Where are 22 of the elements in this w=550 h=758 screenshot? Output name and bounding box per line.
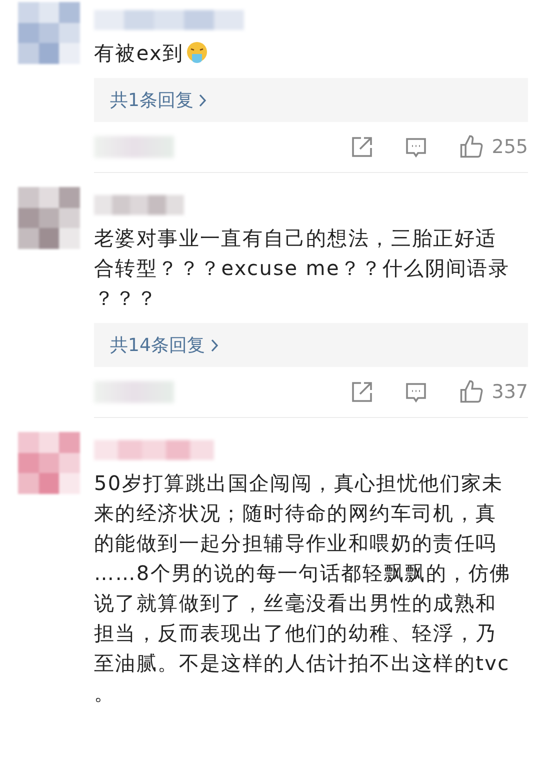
comment-icon — [404, 380, 428, 404]
comment-text: 老婆对事业一直有自己的想法，三胎正好适合转型？？？excuse me？？什么阴间语录？？？ — [94, 225, 511, 312]
replies-link[interactable]: 共1条回复 — [94, 78, 528, 122]
thumbs-up-icon — [458, 134, 484, 160]
comment-button[interactable] — [404, 380, 428, 404]
avatar[interactable] — [18, 432, 80, 494]
share-icon — [350, 380, 374, 404]
share-icon — [350, 135, 374, 159]
chevron-right-icon — [210, 338, 218, 352]
comment-button[interactable] — [404, 135, 428, 159]
comment-text: 有被ex到 — [94, 38, 528, 68]
share-button[interactable] — [350, 380, 374, 404]
replies-link[interactable]: 共14条回复 — [94, 323, 528, 367]
avatar[interactable] — [18, 187, 80, 249]
avatar[interactable] — [18, 2, 80, 64]
comment-icon — [404, 135, 428, 159]
comment-text: 50岁打算跳出国企闯闯，真心担忧他们家未来的经济状况；随时待命的网约车司机，真的能做到一起分担辅导作业和喂奶的责任吗……8个男的说的每一句话都轻飘飘的，仿佛说了就算做到了，丝毫没看出男性的成熟和担当，反而表现出了他们的幼稚、轻浮，乃至油腻。不是这样的人估计拍不出这样的tvc。 — [94, 470, 512, 707]
thumbs-up-icon — [458, 379, 484, 405]
like-button[interactable]: 255 — [458, 134, 528, 160]
share-button[interactable] — [350, 135, 374, 159]
chevron-right-icon — [199, 94, 206, 106]
like-button[interactable]: 337 — [458, 379, 528, 405]
